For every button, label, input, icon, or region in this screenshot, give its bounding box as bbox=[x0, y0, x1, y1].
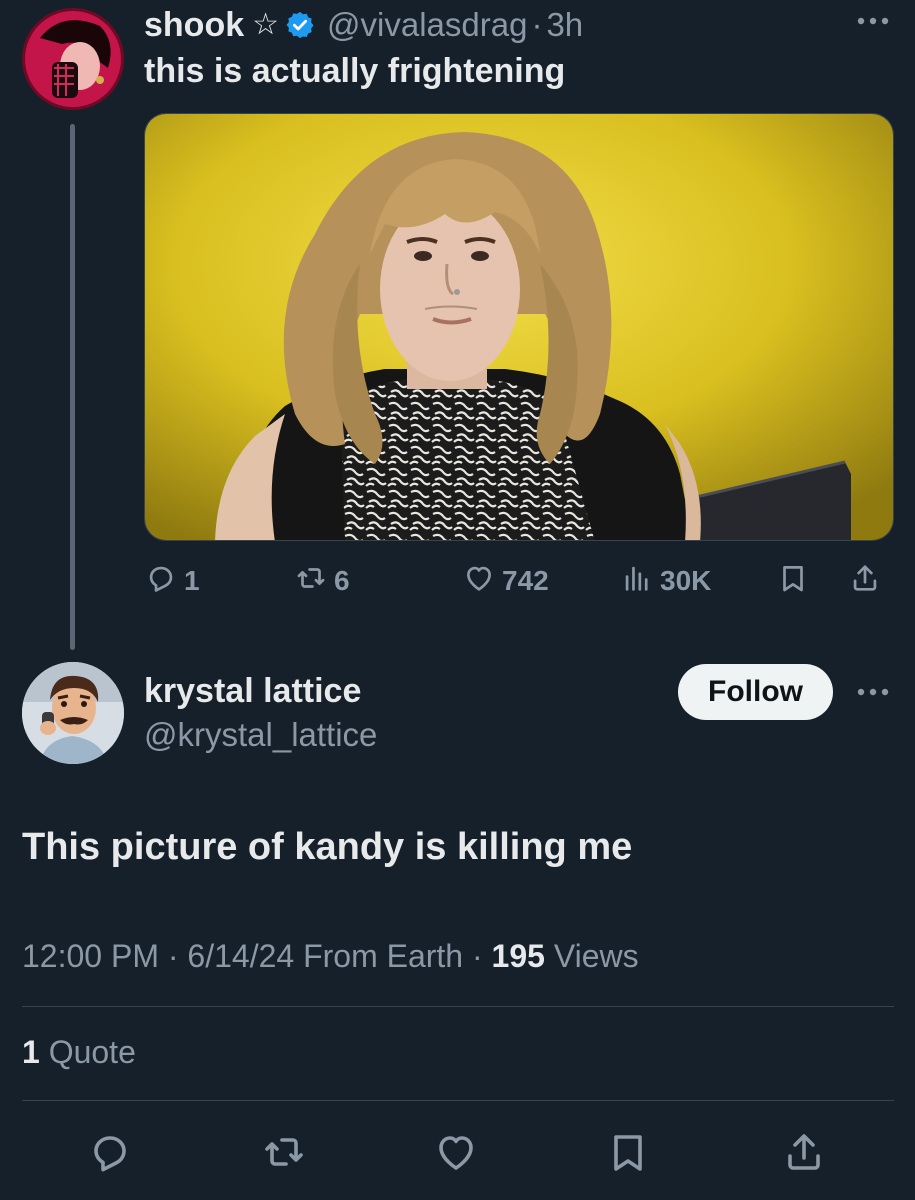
like-icon[interactable] bbox=[432, 1128, 482, 1178]
more-icon[interactable] bbox=[848, 677, 898, 707]
reply-icon[interactable] bbox=[86, 1128, 136, 1178]
views-action[interactable]: 30K bbox=[620, 556, 711, 606]
tweet-detail-action-bar bbox=[0, 1120, 915, 1190]
bookmark-icon bbox=[776, 561, 810, 602]
repost-action[interactable]: 6 bbox=[294, 556, 350, 606]
repost-count: 6 bbox=[334, 565, 350, 596]
avatar-shook[interactable] bbox=[22, 8, 124, 110]
share-icon bbox=[848, 561, 882, 602]
reply-tweet-text: This picture of kandy is killing me bbox=[22, 826, 633, 868]
separator-dot: · bbox=[531, 6, 543, 43]
tweet-media-photo[interactable] bbox=[144, 113, 894, 541]
views-number: 195 bbox=[491, 938, 545, 974]
follow-button[interactable]: Follow bbox=[678, 664, 833, 720]
reply-author-handle[interactable]: @krystal_lattice bbox=[144, 716, 377, 754]
avatar-krystal-lattice[interactable] bbox=[22, 662, 124, 764]
views-label: Views bbox=[553, 938, 639, 974]
thread-line bbox=[70, 124, 75, 650]
bookmark-action[interactable] bbox=[776, 556, 810, 606]
separator-dot: · bbox=[167, 938, 179, 974]
like-count: 742 bbox=[502, 565, 549, 596]
views-count: 30K bbox=[660, 565, 712, 596]
divider bbox=[22, 1100, 894, 1101]
more-icon[interactable] bbox=[848, 6, 898, 36]
tweet-text: this is actually frightening bbox=[144, 52, 566, 90]
verified-icon bbox=[285, 10, 315, 40]
bookmark-icon[interactable] bbox=[604, 1128, 654, 1178]
tweet-action-bar: 1 6 742 30K bbox=[144, 556, 894, 606]
tweet-time[interactable]: 3h bbox=[546, 6, 583, 44]
star-icon: ☆ bbox=[252, 8, 280, 41]
tweet-timestamp[interactable]: 12:00 PM bbox=[22, 938, 159, 974]
tweet-header: shook ☆ @vivalasdrag · 3h bbox=[144, 4, 583, 46]
tweet-meta: 12:00 PM · 6/14/24 From Earth · 195 View… bbox=[22, 938, 639, 975]
tweet-date-source: 6/14/24 From Earth bbox=[187, 938, 464, 974]
quotes-label: Quote bbox=[48, 1034, 136, 1070]
share-action[interactable] bbox=[848, 556, 882, 606]
views-icon bbox=[620, 561, 654, 602]
repost-icon[interactable] bbox=[260, 1128, 310, 1178]
author-handle[interactable]: @vivalasdrag bbox=[327, 6, 527, 44]
separator-dot: · bbox=[471, 938, 483, 974]
author-display-name[interactable]: shook bbox=[144, 6, 244, 45]
reply-count: 1 bbox=[184, 565, 200, 596]
reply-action[interactable]: 1 bbox=[144, 556, 200, 606]
like-icon bbox=[462, 561, 496, 602]
divider bbox=[22, 1006, 894, 1007]
quotes-link[interactable]: 1 Quote bbox=[22, 1034, 136, 1071]
reply-icon bbox=[144, 561, 178, 602]
share-icon[interactable] bbox=[780, 1128, 830, 1178]
quotes-count: 1 bbox=[22, 1034, 40, 1070]
like-action[interactable]: 742 bbox=[462, 556, 549, 606]
repost-icon bbox=[294, 561, 328, 602]
reply-author-display-name[interactable]: krystal lattice bbox=[144, 672, 361, 711]
